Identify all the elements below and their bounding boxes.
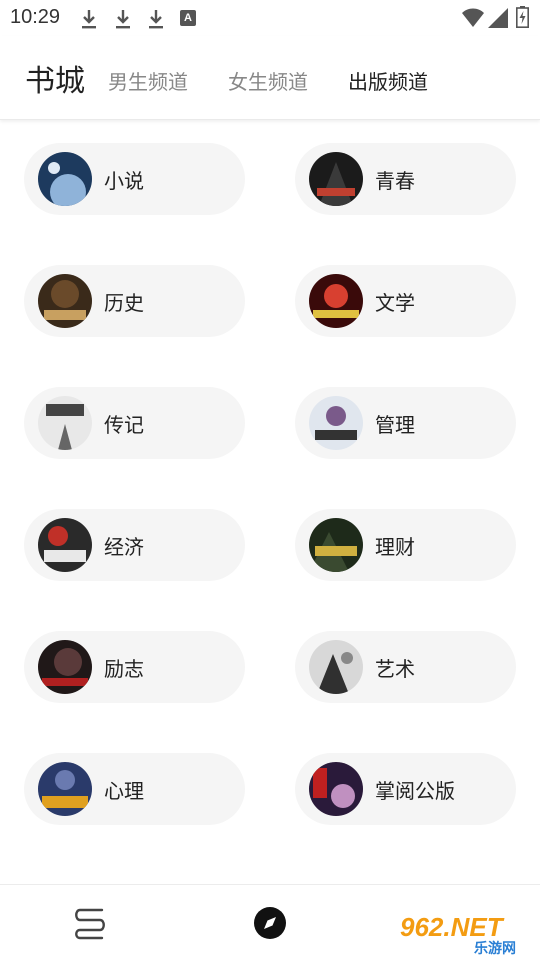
- category-item-art[interactable]: 艺术: [295, 631, 516, 703]
- wifi-icon: [462, 8, 484, 27]
- battery-charging-icon: [516, 6, 529, 28]
- book-cover-dark-icon: [38, 640, 92, 694]
- category-label: 心理: [104, 779, 144, 803]
- category-item-psychology[interactable]: 心理: [24, 753, 245, 825]
- download-icon: [149, 10, 163, 29]
- signal-icon: [488, 8, 508, 28]
- category-item-biography[interactable]: 传记: [24, 387, 245, 459]
- category-label: 青春: [375, 169, 415, 193]
- download-icon: [116, 10, 130, 29]
- book-cover-warrior-icon: [309, 152, 363, 206]
- book-cover-battle-icon: [38, 274, 92, 328]
- category-item-economy[interactable]: 经济: [24, 509, 245, 581]
- category-label: 小说: [104, 169, 144, 193]
- tab-female-channel[interactable]: 女生频道: [228, 66, 308, 95]
- book-cover-moon-icon: [38, 152, 92, 206]
- category-label: 传记: [104, 413, 144, 437]
- category-item-public-edition[interactable]: 掌阅公版: [295, 753, 516, 825]
- book-cover-purple-icon: [309, 762, 363, 816]
- book-cover-sky-icon: [38, 762, 92, 816]
- category-label: 管理: [375, 413, 415, 437]
- category-grid: 小说 青春 历史 文学 传记 管理 经济 理财 励志 艺术 心理 掌阅公版: [0, 121, 540, 881]
- watermark-logo: 962.NET 乐游网: [400, 912, 534, 957]
- category-item-youth[interactable]: 青春: [295, 143, 516, 215]
- book-cover-forest-icon: [309, 518, 363, 572]
- category-label: 励志: [104, 657, 144, 681]
- category-item-history[interactable]: 历史: [24, 265, 245, 337]
- book-cover-red-icon: [309, 274, 363, 328]
- category-label: 理财: [375, 535, 415, 559]
- tab-publish-channel[interactable]: 出版频道: [348, 66, 428, 95]
- book-cover-sword-icon: [38, 518, 92, 572]
- page-title[interactable]: 书城: [25, 56, 85, 100]
- book-cover-hero-icon: [309, 396, 363, 450]
- font-a-icon: A: [180, 10, 196, 26]
- discover-compass-icon[interactable]: [252, 905, 288, 941]
- category-label: 文学: [375, 291, 415, 315]
- category-item-management[interactable]: 管理: [295, 387, 516, 459]
- category-label: 掌阅公版: [375, 779, 455, 803]
- bookshelf-icon[interactable]: [72, 907, 108, 941]
- category-label: 经济: [104, 535, 144, 559]
- top-tab-bar: 书城 男生频道 女生频道 出版频道: [0, 36, 540, 120]
- status-time: 10:29: [10, 6, 61, 28]
- category-item-literature[interactable]: 文学: [295, 265, 516, 337]
- download-icon: [82, 10, 96, 29]
- tab-male-channel[interactable]: 男生频道: [108, 66, 188, 95]
- category-label: 历史: [104, 291, 144, 315]
- book-cover-mist-icon: [309, 640, 363, 694]
- category-item-novel[interactable]: 小说: [24, 143, 245, 215]
- category-label: 艺术: [375, 657, 415, 681]
- category-item-inspiration[interactable]: 励志: [24, 631, 245, 703]
- status-bar: 10:29 A: [0, 0, 540, 36]
- book-cover-ink-icon: [38, 396, 92, 450]
- watermark-sub: 乐游网: [474, 941, 516, 957]
- category-item-finance[interactable]: 理财: [295, 509, 516, 581]
